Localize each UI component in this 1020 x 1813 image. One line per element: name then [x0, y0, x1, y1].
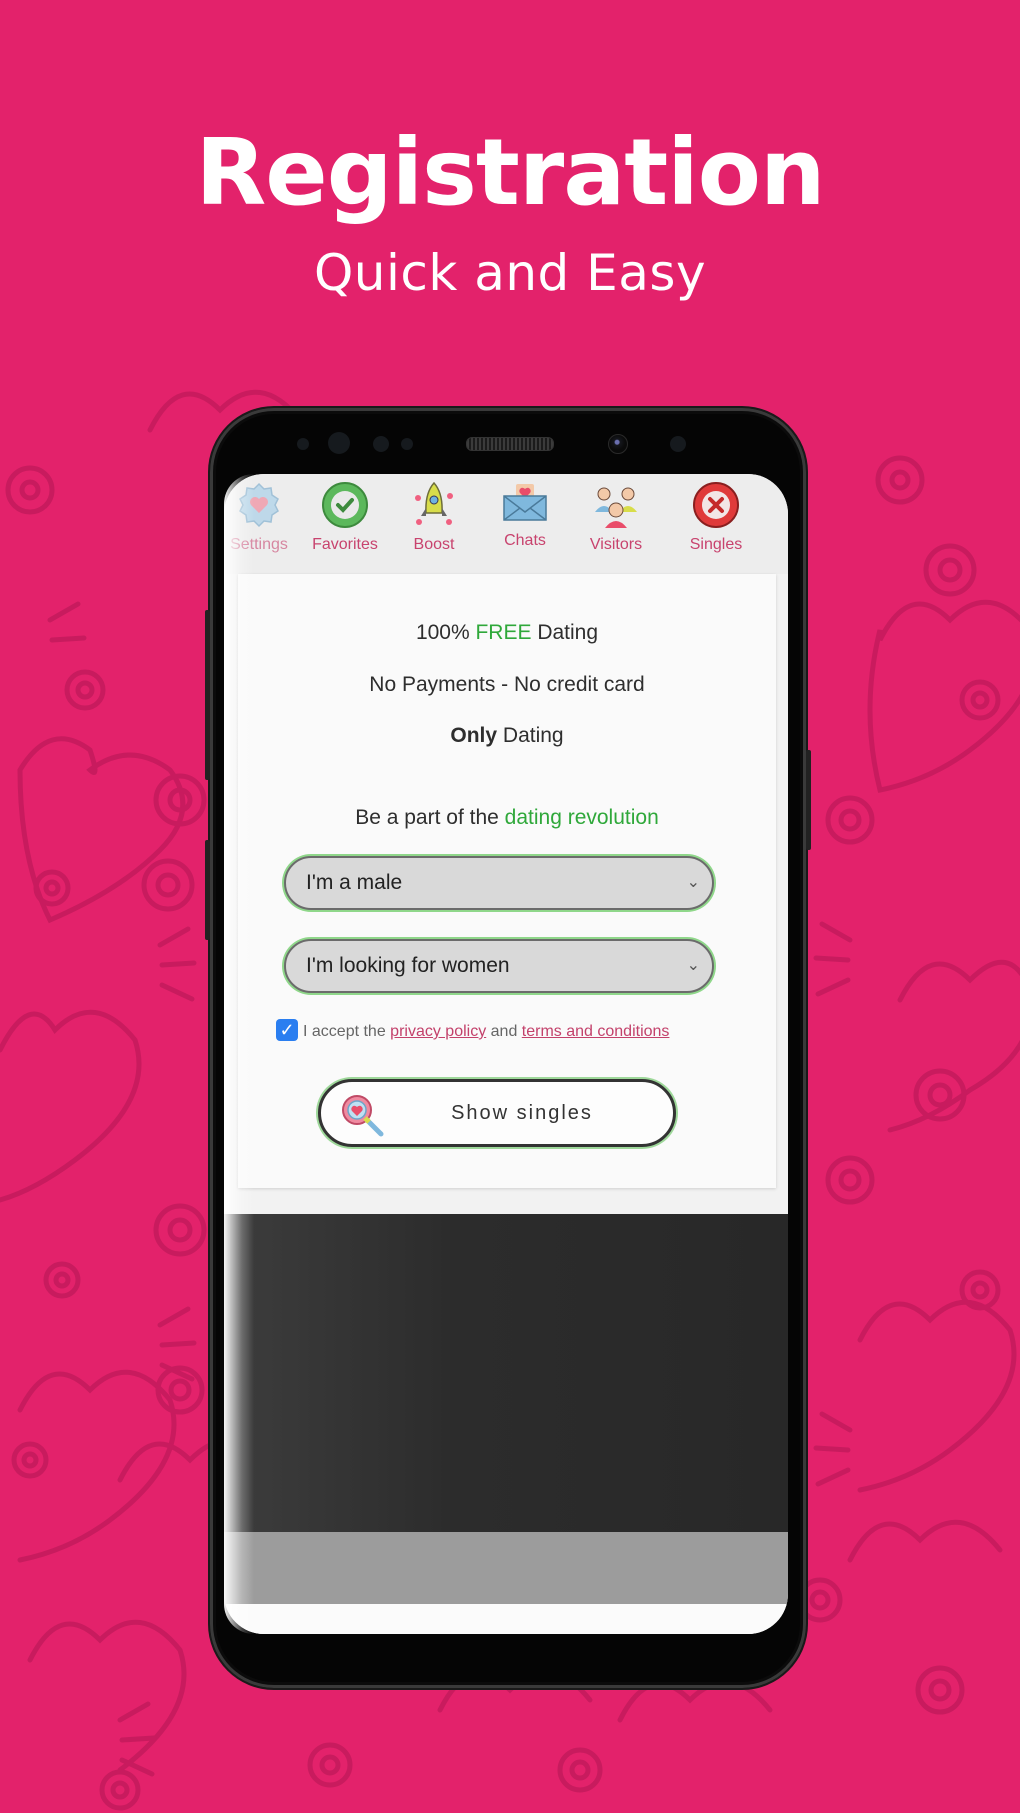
text: Dating	[531, 621, 599, 644]
bottom-bar	[224, 1604, 788, 1634]
text: Be a part of the	[355, 806, 505, 829]
top-nav: Settings Favorites Boost Chats Visitors …	[224, 474, 788, 574]
tagline-highlight: dating revolution	[504, 806, 659, 829]
nav-item-favorites[interactable]: Favorites	[300, 480, 390, 554]
nav-label: Settings	[230, 536, 288, 553]
accept-text: I accept the privacy policy and terms an…	[303, 1023, 669, 1041]
text: 100%	[415, 621, 476, 644]
select-value: I'm a male	[306, 871, 403, 894]
gender-select[interactable]: I'm a male ⌄	[284, 856, 714, 910]
terms-link[interactable]: terms and conditions	[522, 1023, 670, 1040]
button-label: Show singles	[451, 1102, 593, 1124]
text: I accept the	[303, 1023, 391, 1040]
nav-item-boost[interactable]: Boost	[389, 480, 479, 554]
sensor-dot	[373, 436, 389, 452]
sensor-dot	[670, 436, 686, 452]
nav-label: Boost	[413, 536, 455, 553]
phone-screen: Settings Favorites Boost Chats Visitors …	[224, 474, 788, 1634]
power-button	[806, 750, 811, 850]
free-highlight: FREE	[475, 621, 532, 644]
sensor-dot	[401, 438, 413, 450]
rocket-icon	[415, 481, 453, 525]
nav-item-singles[interactable]: Singles	[671, 480, 761, 554]
seeking-select[interactable]: I'm looking for women ⌄	[284, 939, 714, 993]
iris-sensor	[328, 432, 350, 454]
earpiece-speaker	[466, 437, 554, 451]
chevron-down-icon: ⌄	[686, 874, 700, 891]
envelope-heart-icon	[503, 484, 547, 521]
check-circle-icon	[322, 482, 368, 528]
nav-item-chats[interactable]: Chats	[480, 476, 570, 550]
privacy-policy-link[interactable]: privacy policy	[390, 1023, 486, 1040]
text: and	[486, 1023, 522, 1040]
free-dating-line: 100% FREE Dating	[238, 621, 776, 645]
chevron-down-icon: ⌄	[686, 957, 700, 974]
no-payments-line: No Payments - No credit card	[369, 673, 645, 696]
sensor-dot	[297, 438, 309, 450]
nav-label: Singles	[689, 536, 743, 553]
front-camera	[608, 434, 628, 454]
nav-item-settings[interactable]: Settings	[224, 480, 304, 554]
registration-card: 100% FREE Dating No Payments - No credit…	[238, 574, 776, 1188]
promo-subtitle: Quick and Easy	[313, 244, 707, 302]
accept-checkbox[interactable]: ✓	[276, 1019, 298, 1041]
bixby-button	[205, 840, 210, 940]
only-dating-line: Only Dating	[238, 724, 776, 748]
nav-item-visitors[interactable]: Visitors	[571, 480, 661, 554]
select-value: I'm looking for women	[306, 954, 510, 977]
nav-label: Chats	[504, 532, 546, 549]
promo-title: Registration	[195, 119, 825, 226]
settings-heart-icon	[239, 482, 279, 528]
people-icon	[595, 487, 637, 528]
show-singles-button[interactable]: Show singles	[318, 1079, 676, 1147]
volume-button	[205, 610, 210, 780]
tagline: Be a part of the dating revolution	[238, 806, 776, 830]
nav-label: Favorites	[312, 536, 378, 553]
close-circle-icon	[693, 482, 739, 528]
text: Only	[450, 724, 498, 747]
nav-label: Visitors	[589, 536, 643, 553]
dark-panel	[224, 1214, 788, 1532]
gray-panel	[224, 1532, 788, 1604]
text: Dating	[497, 724, 564, 747]
